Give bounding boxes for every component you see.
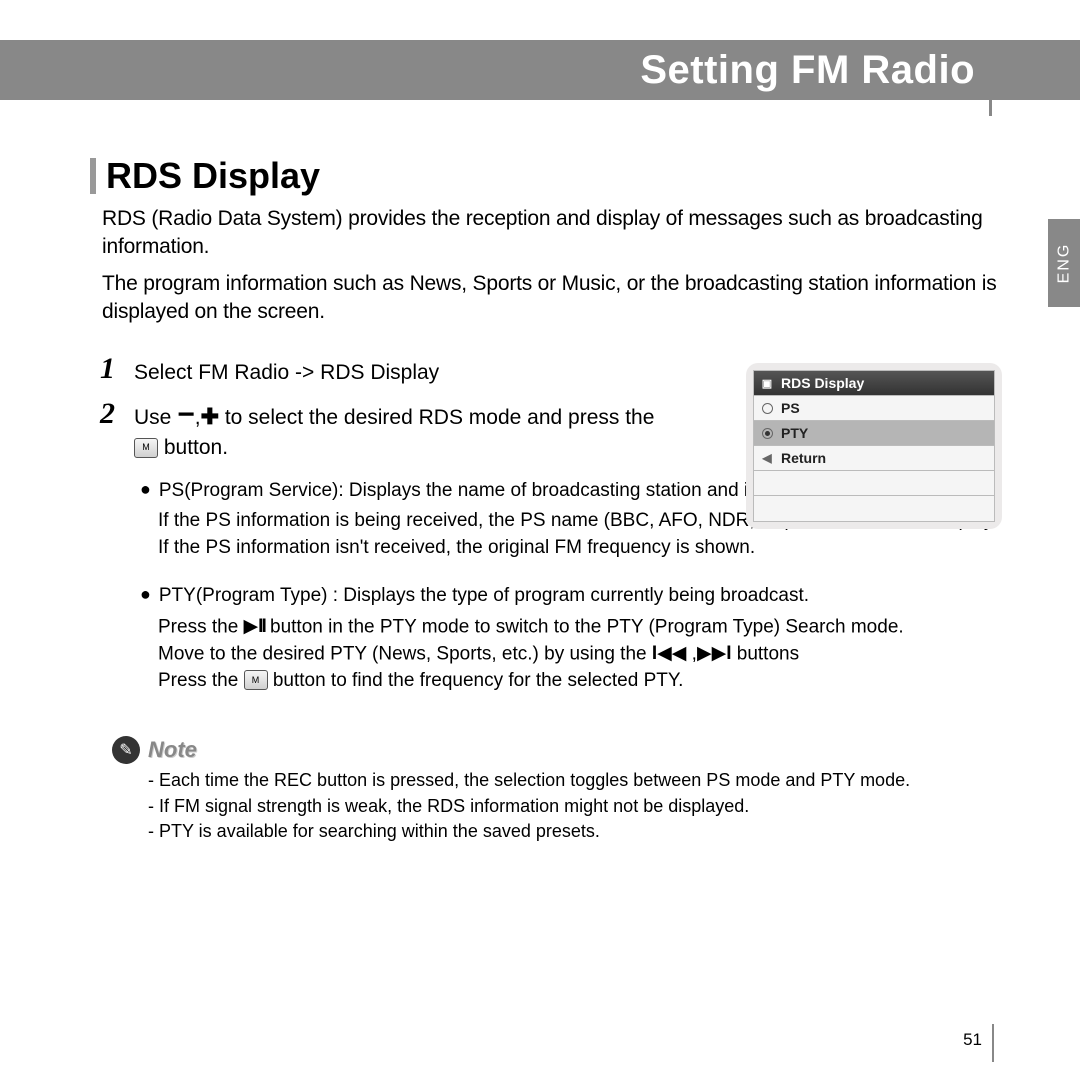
- device-screen-mock: ▣ RDS Display PS PTY ◀ Return: [746, 363, 1002, 529]
- play-pause-icon: ▶II: [244, 614, 265, 641]
- bullet-dot-icon: ●: [140, 478, 151, 505]
- note-label: Note: [148, 737, 197, 763]
- note-line-3: - PTY is available for searching within …: [148, 819, 1010, 844]
- pty-note-1: Press the ▶II button in the PTY mode to …: [158, 614, 1010, 641]
- step-1-text: Select FM Radio -> RDS Display: [134, 354, 439, 388]
- screen-row-pty: PTY: [754, 421, 994, 446]
- note-block: ✎ Note - Each time the REC button is pre…: [112, 736, 1010, 844]
- page-number: 51: [963, 1030, 982, 1050]
- step-number-2: 2: [100, 399, 122, 464]
- language-label: ENG: [1055, 243, 1073, 284]
- header-rule: [989, 53, 992, 116]
- screen-row-empty-1: [754, 471, 994, 496]
- language-tab: ENG: [1048, 219, 1080, 307]
- step-number-1: 1: [100, 354, 122, 388]
- return-arrow-icon: ◀: [760, 451, 774, 465]
- ps-note-2: If the PS information isn't received, th…: [158, 535, 1010, 562]
- bullet-pty: ● PTY(Program Type) : Displays the type …: [140, 583, 1010, 610]
- section-title: RDS Display: [106, 155, 320, 197]
- chapter-title: Setting FM Radio: [640, 48, 975, 93]
- pty-note-2: Move to the desired PTY (News, Sports, e…: [158, 641, 1010, 668]
- pty-note-3: Press the M button to find the frequency…: [158, 668, 1010, 695]
- intro-paragraph-2: The program information such as News, Sp…: [102, 270, 1010, 327]
- note-line-1: - Each time the REC button is pressed, t…: [148, 768, 1010, 793]
- step-2-text: Use −,✚ to select the desired RDS mode a…: [134, 399, 654, 464]
- bullet-dot-icon: ●: [140, 583, 151, 610]
- skip-back-icon: I◀◀: [652, 641, 687, 668]
- plus-icon: ✚: [201, 406, 219, 428]
- screen-row-ps: PS: [754, 396, 994, 421]
- screen-ps-label: PS: [781, 400, 800, 416]
- screen-header-row: ▣ RDS Display: [754, 371, 994, 396]
- intro-paragraph-1: RDS (Radio Data System) provides the rec…: [102, 205, 1010, 262]
- m-button-icon: M: [244, 670, 268, 690]
- screen-title: RDS Display: [781, 375, 864, 391]
- note-pencil-icon: ✎: [112, 736, 140, 764]
- heading-bar-icon: [90, 158, 96, 194]
- note-line-2: - If FM signal strength is weak, the RDS…: [148, 794, 1010, 819]
- m-button-icon: M: [134, 438, 158, 458]
- radio-selected-icon: [760, 426, 774, 440]
- chapter-header: Setting FM Radio: [0, 40, 1080, 100]
- display-icon: ▣: [760, 376, 774, 390]
- minus-icon: −: [177, 400, 195, 430]
- screen-return-label: Return: [781, 450, 826, 466]
- page-number-rule: [992, 1024, 994, 1062]
- section-heading: RDS Display: [90, 155, 1010, 197]
- screen-pty-label: PTY: [781, 425, 808, 441]
- screen-row-empty-2: [754, 496, 994, 521]
- screen-row-return: ◀ Return: [754, 446, 994, 471]
- pty-lead: PTY(Program Type) : Displays the type of…: [159, 585, 809, 606]
- skip-forward-icon: ▶▶I: [697, 641, 732, 668]
- radio-unselected-icon: [760, 401, 774, 415]
